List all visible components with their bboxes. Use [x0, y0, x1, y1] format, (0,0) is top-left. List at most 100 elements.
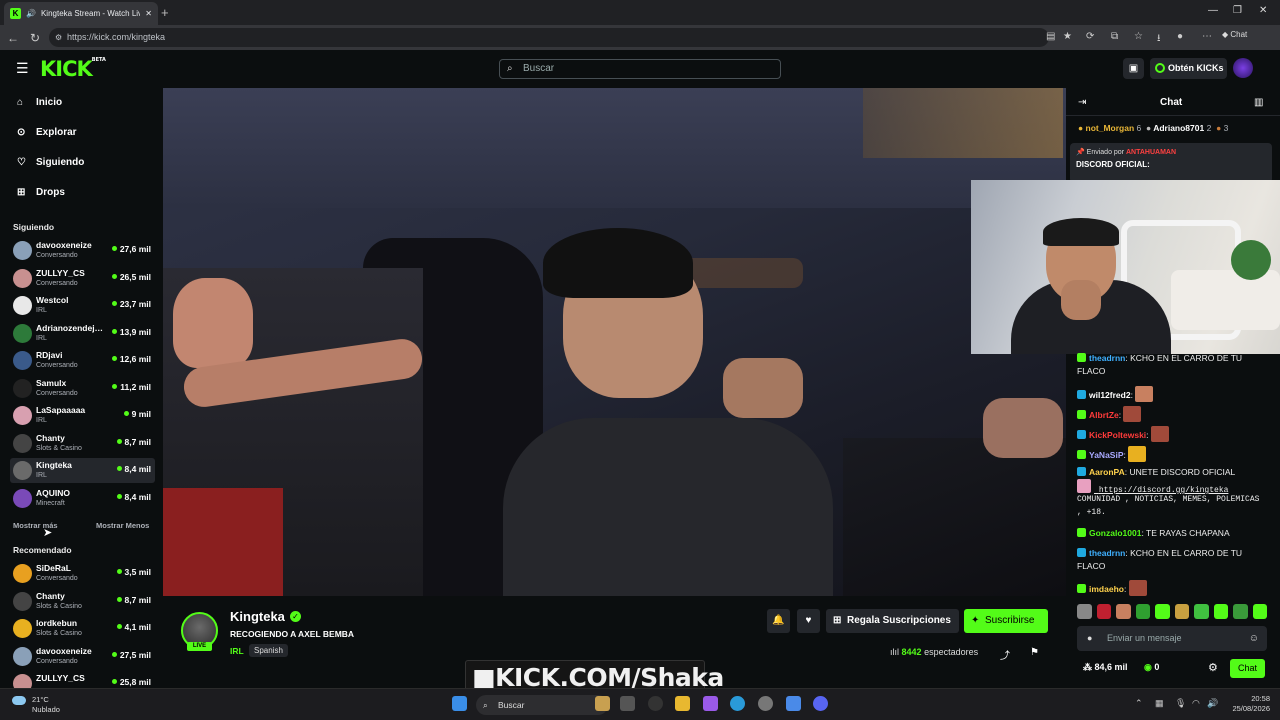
channel-category: Slots & Casino [36, 630, 82, 637]
app-icon-2[interactable] [703, 696, 718, 711]
back-icon[interactable]: ← [2, 31, 24, 45]
search-input[interactable]: ⌕ Buscar [499, 59, 781, 79]
menu-icon[interactable]: ☰ [16, 60, 29, 77]
chat-username[interactable]: imdaeho [1089, 584, 1124, 594]
new-tab-button[interactable]: + [161, 5, 169, 20]
notification-bell-icon[interactable]: 🔔 [767, 609, 790, 633]
maximize-icon[interactable]: ❐ [1233, 5, 1242, 16]
chat-username[interactable]: theadrnn [1089, 548, 1125, 558]
channel-name: Kingteka [36, 460, 72, 470]
leaderboard-icon[interactable]: ▥ [1254, 97, 1263, 108]
bookmark-star-icon[interactable]: ★ [1063, 31, 1072, 42]
collapse-chat-icon[interactable]: ⇥ [1078, 97, 1086, 108]
emote-bar[interactable] [1077, 604, 1267, 622]
subscribe-button[interactable]: ✦ Suscribirse [964, 609, 1048, 633]
chat-username[interactable]: theadrnn [1089, 353, 1125, 363]
microphone-icon[interactable]: 🎙 [1175, 698, 1186, 709]
follow-heart-icon[interactable]: ♥ [797, 609, 820, 633]
channel-item[interactable]: Chanty Slots & Casino 8,7 mil [10, 431, 155, 456]
chat-username[interactable]: KickPoltewski [1089, 430, 1146, 440]
kick-logo[interactable]: KICKBETA [40, 57, 106, 81]
chat-message-input[interactable]: ● Enviar un mensaje ☺ [1077, 626, 1267, 651]
share-icon[interactable]: ⤴ [1000, 647, 1010, 662]
chat-username[interactable]: AlbrtZe [1089, 410, 1119, 420]
nav-drops[interactable]: ⊞ Drops [17, 187, 65, 198]
nav-explorar[interactable]: ⊙ Explorar [17, 127, 77, 138]
volume-icon[interactable]: 🔊 [1207, 698, 1218, 709]
profile-icon[interactable]: ● [1177, 31, 1183, 42]
chat-emote-icon [1128, 446, 1147, 462]
address-bar[interactable]: ⚙ https://kick.com/kingteka [49, 28, 1049, 47]
chat-username[interactable]: wil12fred2 [1089, 390, 1131, 400]
report-icon[interactable]: ⚑ [1030, 647, 1039, 658]
get-kicks-button[interactable]: Obtén KICKs [1150, 58, 1227, 79]
file-explorer-icon[interactable] [675, 696, 690, 711]
reader-icon[interactable]: ▤ [1046, 31, 1055, 42]
app-icon-3[interactable] [758, 696, 773, 711]
start-icon[interactable] [452, 696, 467, 711]
channel-item[interactable]: lordkebun Slots & Casino 4,1 mil [10, 616, 155, 641]
channel-item[interactable]: Chanty Slots & Casino 8,7 mil [10, 589, 155, 614]
channel-avatar [13, 241, 32, 260]
channel-item[interactable]: SiDeRaL Conversando 3,5 mil [10, 561, 155, 586]
channel-item[interactable]: Adrianozendej… IRL 13,9 mil [10, 321, 155, 346]
browser-tab[interactable]: K 🔊 Kingteka Stream - Watch Live ✕ [4, 2, 158, 25]
task-view-icon[interactable] [620, 696, 635, 711]
channel-points[interactable]: ◉ 0 [1144, 662, 1159, 673]
app-icon-1[interactable] [648, 696, 663, 711]
tray-app-icon[interactable]: ▦ [1155, 698, 1164, 709]
channel-item[interactable]: Kingteka IRL 8,4 mil [10, 458, 155, 483]
widgets-icon[interactable] [595, 696, 610, 711]
nav-siguiendo[interactable]: ♡ Siguiendo [17, 157, 84, 168]
channel-item[interactable]: RDjavi Conversando 12,6 mil [10, 348, 155, 373]
chat-username[interactable]: YaNaSiP [1089, 450, 1124, 460]
kicks-balance[interactable]: ⁂ 84,6 mil [1083, 662, 1128, 673]
emoji-icon[interactable]: ☺ [1249, 626, 1259, 651]
close-window-icon[interactable]: ✕ [1259, 5, 1267, 16]
nav-inicio[interactable]: ⌂ Inicio [17, 97, 62, 108]
video-player[interactable] [163, 88, 1066, 596]
channel-item[interactable]: Samulx Conversando 11,2 mil [10, 376, 155, 401]
language-tag[interactable]: Spanish [249, 644, 288, 657]
weather-widget[interactable]: 21°C Nublado [12, 695, 60, 714]
minimize-icon[interactable]: — [1208, 5, 1218, 16]
edge-browser-icon[interactable] [730, 696, 745, 711]
channel-item[interactable]: LaSapaaaaa IRL 9 mil [10, 403, 155, 428]
show-less-link[interactable]: Mostrar Menos [96, 521, 149, 530]
channel-item[interactable]: ZULLYY_CS Conversando 26,5 mil [10, 266, 155, 291]
points-icon: ◉ [1144, 662, 1152, 672]
extensions-icon[interactable]: ⟳ [1086, 31, 1094, 42]
channel-item[interactable]: davooxeneize Conversando 27,6 mil [10, 238, 155, 263]
chat-settings-icon[interactable]: ⚙ [1208, 661, 1218, 674]
channel-viewers: 11,2 mil [112, 382, 151, 392]
site-info-icon[interactable]: ⚙ [55, 28, 62, 47]
split-screen-icon[interactable]: ⧉ [1111, 31, 1118, 42]
channel-item[interactable]: AQUINO Minecraft 8,4 mil [10, 486, 155, 511]
channel-avatar [13, 351, 32, 370]
wifi-icon[interactable]: ◠ [1192, 698, 1200, 709]
speaker-icon[interactable]: 🔊 [26, 9, 36, 18]
channel-item[interactable]: Westcol IRL 23,7 mil [10, 293, 155, 318]
chat-send-button[interactable]: Chat [1230, 659, 1265, 678]
reload-icon[interactable]: ↻ [24, 31, 46, 45]
streamer-name[interactable]: Kingteka [230, 609, 285, 624]
user-avatar[interactable] [1233, 58, 1253, 78]
gift-subs-button[interactable]: ⊞ Regala Suscripciones [826, 609, 959, 633]
tray-chevron-icon[interactable]: ⌃ [1135, 698, 1143, 709]
discord-icon[interactable] [813, 696, 828, 711]
taskbar-search[interactable]: ⌕ Buscar [476, 695, 608, 715]
downloads-icon[interactable]: ⭳ [1157, 31, 1161, 48]
notepad-icon[interactable] [786, 696, 801, 711]
chat-username[interactable]: AaronPA [1089, 467, 1125, 477]
system-clock[interactable]: 20:58 25/08/2026 [1222, 694, 1270, 714]
close-tab-icon[interactable]: ✕ [145, 9, 152, 18]
chat-username[interactable]: Gonzalo1001 [1089, 528, 1141, 538]
wallet-button[interactable]: ▣ [1123, 58, 1144, 79]
copilot-chat-button[interactable]: ◆ Chat [1222, 30, 1247, 39]
favorites-icon[interactable]: ☆ [1134, 31, 1143, 42]
pinned-message[interactable]: 📌 Enviado por ANTAHUAMAN DISCORD OFICIAL… [1070, 143, 1272, 183]
channel-item[interactable]: davooxeneize Conversando 27,5 mil [10, 644, 155, 669]
more-menu-icon[interactable]: ⋯ [1202, 31, 1212, 42]
stream-category[interactable]: IRL [230, 646, 244, 656]
chat-emote-icon [1150, 426, 1169, 442]
